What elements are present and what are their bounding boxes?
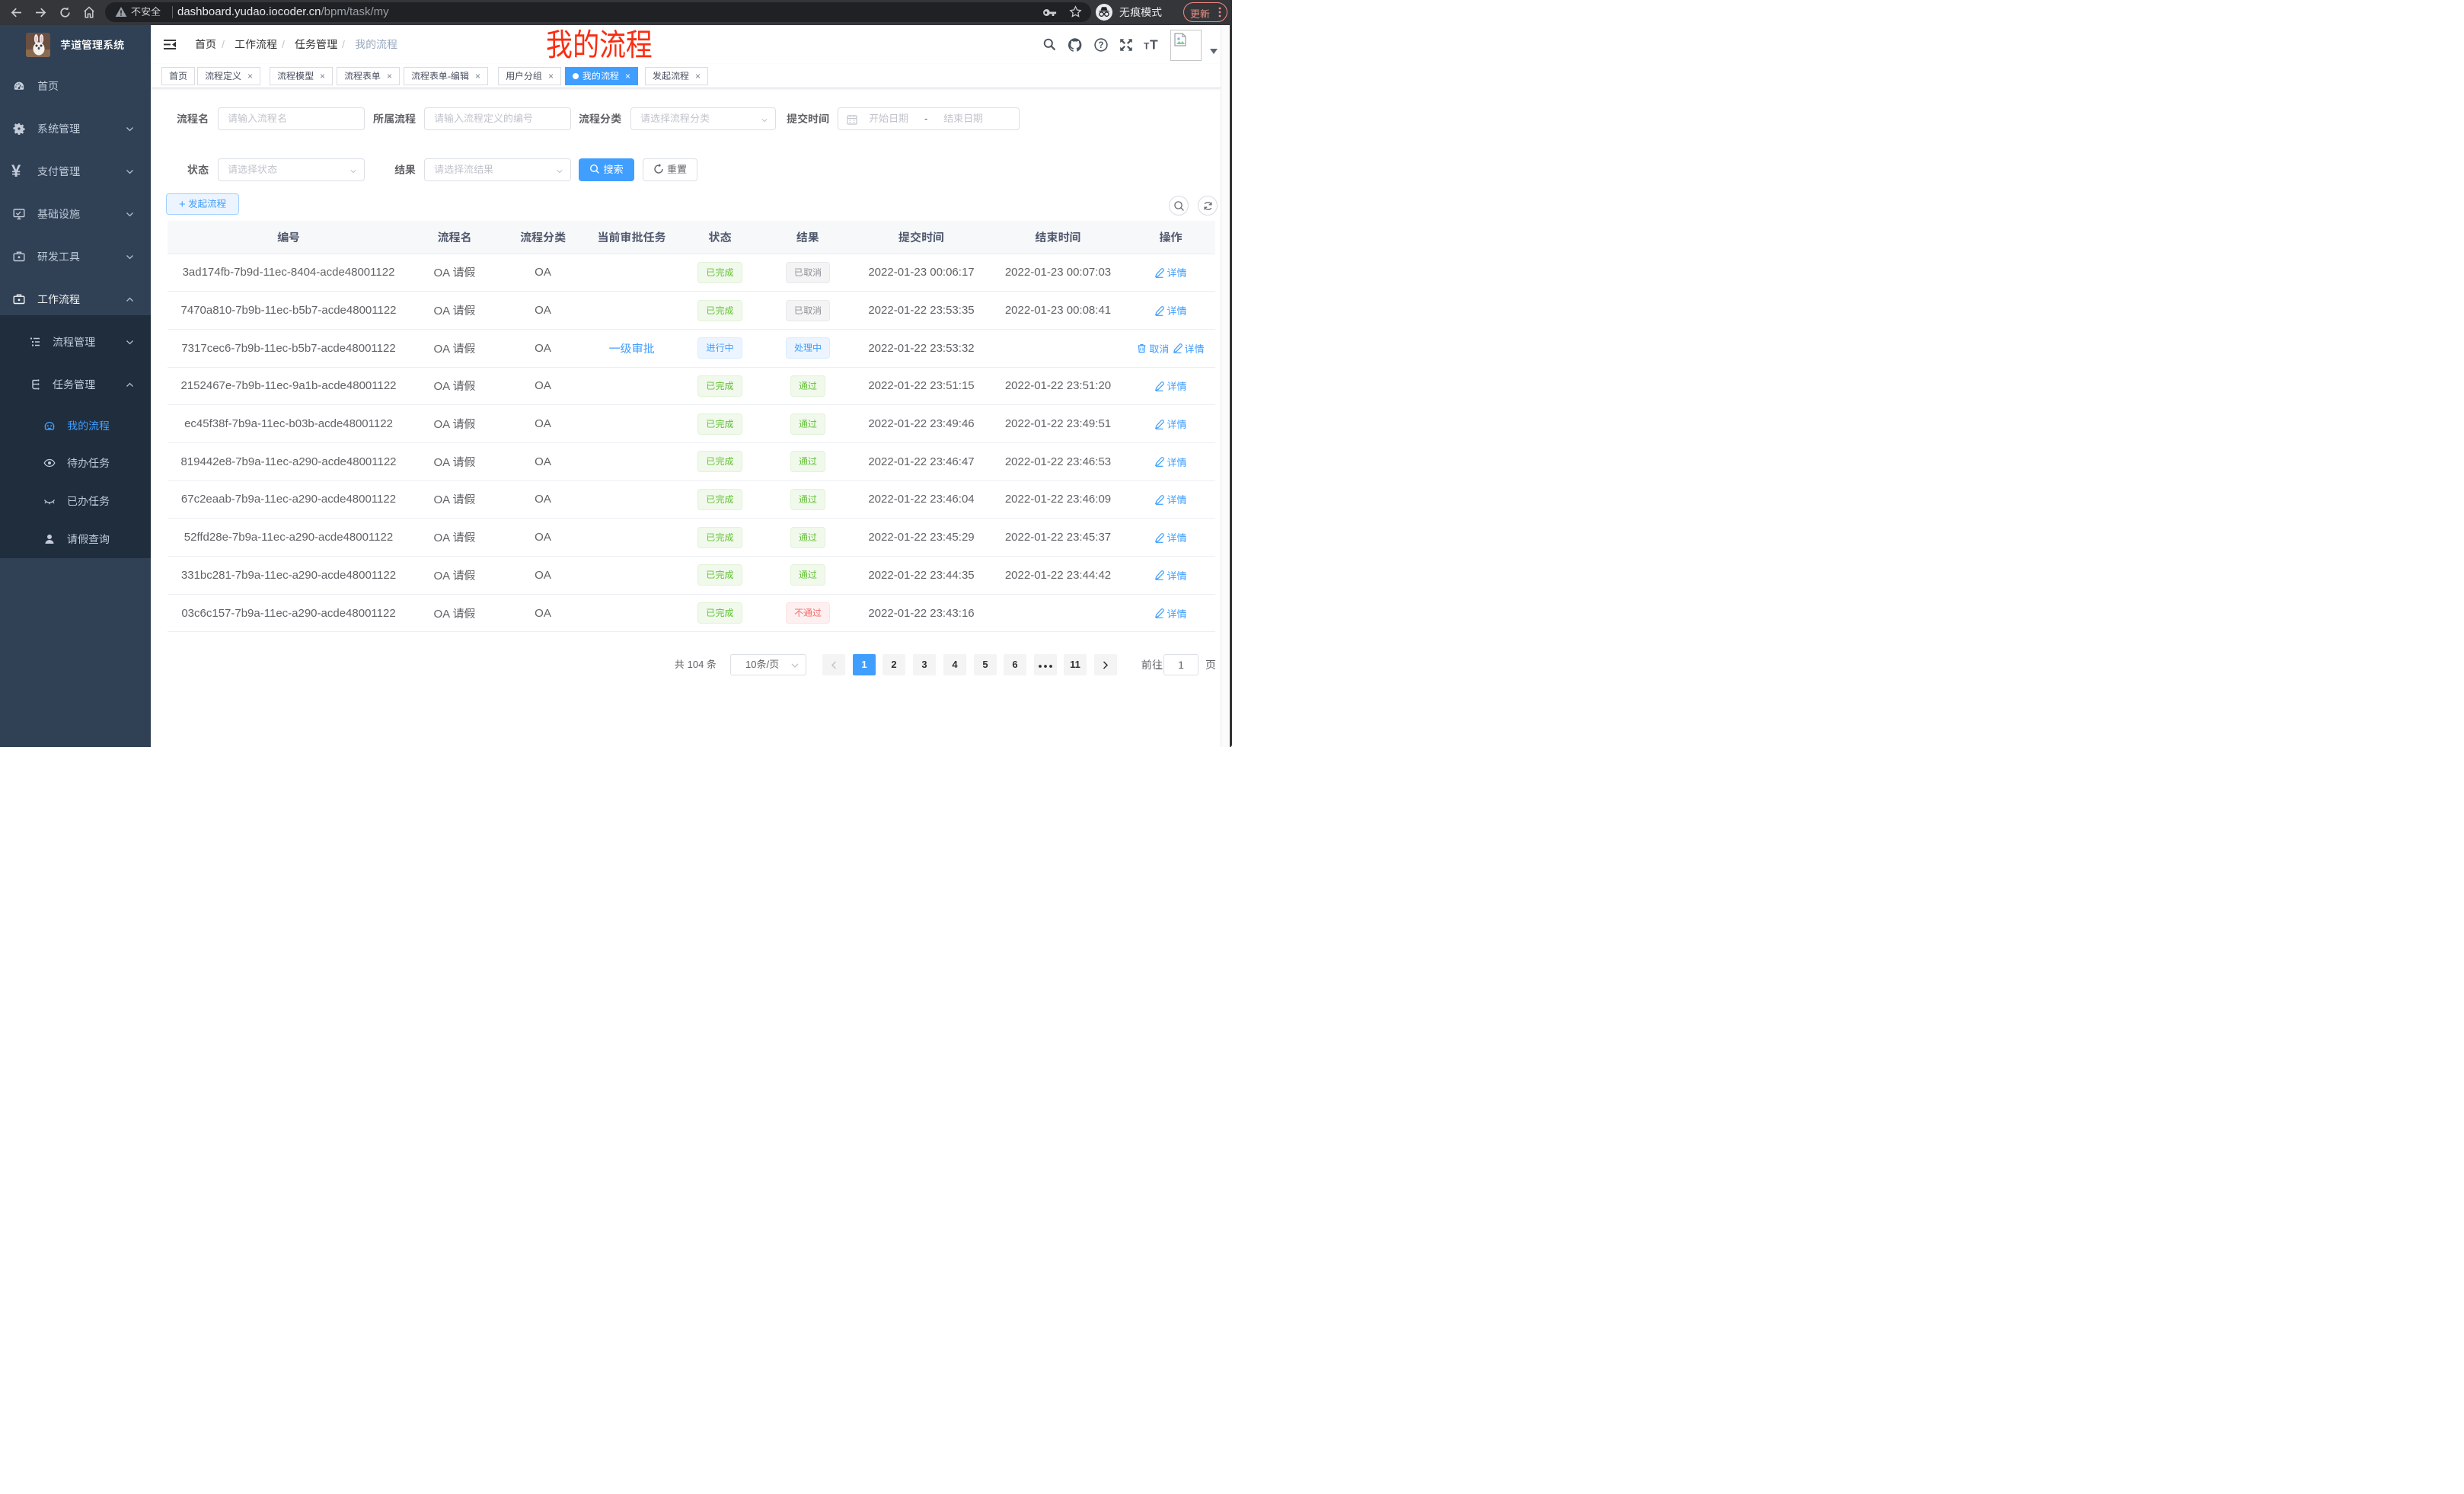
svg-text:?: ? [1098, 41, 1103, 50]
svg-text:T: T [1144, 41, 1150, 52]
svg-text:T: T [1150, 38, 1158, 52]
